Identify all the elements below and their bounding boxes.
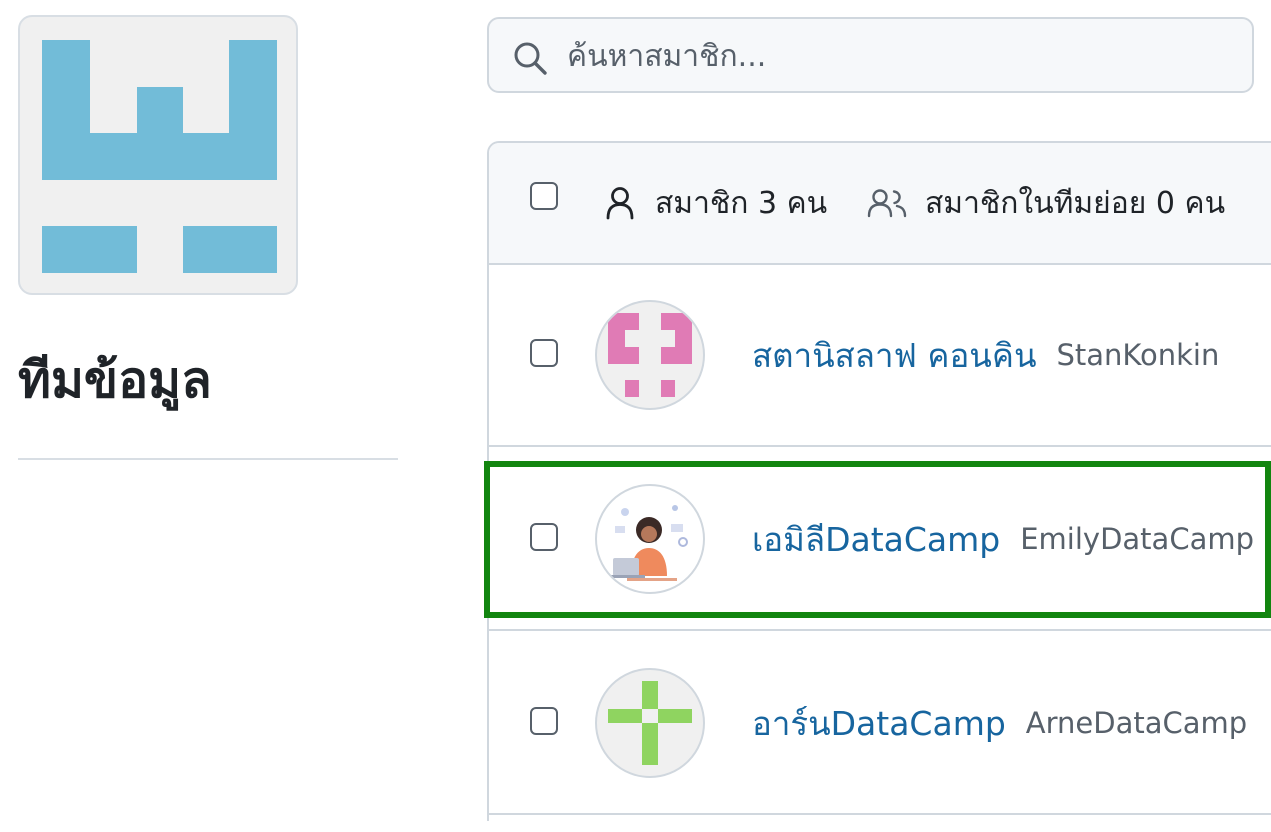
member-row: อาร์นDataCamp ArneDataCamp <box>489 631 1271 815</box>
member-display-name-link[interactable]: เอมิลีDataCamp <box>752 513 1000 566</box>
team-name: ทีมข้อมูล <box>18 351 212 409</box>
select-all-checkbox[interactable] <box>530 182 558 210</box>
members-list: สมาชิก 3 คน สมาชิกในทีมย่อย 0 คน สตานิสล… <box>487 141 1271 821</box>
member-display-name-link[interactable]: อาร์นDataCamp <box>752 697 1006 750</box>
members-count-label: สมาชิก 3 คน <box>655 185 828 221</box>
member-checkbox[interactable] <box>530 707 558 735</box>
member-checkbox[interactable] <box>530 523 558 551</box>
avatar[interactable] <box>595 484 705 594</box>
member-row: เอมิลีDataCamp EmilyDataCamp <box>489 447 1271 631</box>
search-icon <box>514 42 547 75</box>
avatar[interactable] <box>595 668 705 778</box>
member-checkbox[interactable] <box>530 339 558 367</box>
search-box[interactable] <box>487 17 1254 93</box>
member-login: ArneDataCamp <box>1025 706 1248 740</box>
person-icon <box>606 187 634 220</box>
member-display-name-link[interactable]: สตานิสลาฟ คอนคิน <box>752 329 1037 382</box>
child-team-members-tab[interactable]: สมาชิกในทีมย่อย 0 คน <box>867 183 1225 223</box>
member-row: สตานิสลาฟ คอนคิน StanKonkin <box>489 263 1271 447</box>
team-avatar <box>18 15 298 295</box>
pink-identicon-icon <box>608 313 692 397</box>
divider <box>18 458 398 460</box>
member-login: StanKonkin <box>1056 338 1220 372</box>
team-identicon-icon <box>42 40 277 273</box>
members-header: สมาชิก 3 คน สมาชิกในทีมย่อย 0 คน <box>489 143 1271 265</box>
child-team-members-label: สมาชิกในทีมย่อย 0 คน <box>925 185 1226 221</box>
members-count-tab[interactable]: สมาชิก 3 คน <box>605 183 827 223</box>
member-login: EmilyDataCamp <box>1020 522 1255 556</box>
avatar[interactable] <box>595 300 705 410</box>
search-input[interactable] <box>565 29 1229 83</box>
illustrated-woman-avatar-icon <box>609 505 688 581</box>
people-icon <box>867 189 907 218</box>
green-identicon-icon <box>608 681 692 765</box>
